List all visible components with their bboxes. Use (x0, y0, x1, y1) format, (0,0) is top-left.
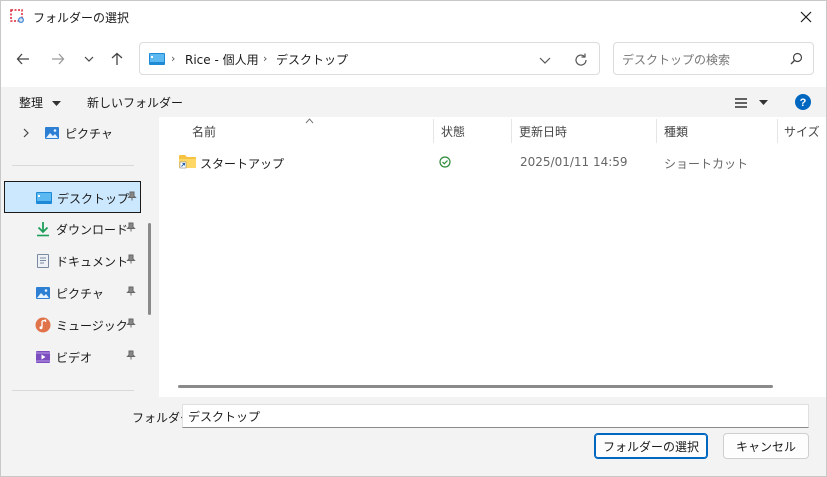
column-header-size[interactable]: サイズ (784, 123, 820, 140)
column-divider[interactable] (777, 119, 778, 143)
nav-item-pictures-top[interactable]: ピクチャ (4, 117, 141, 149)
nav-item-label: ピクチャ (65, 127, 113, 141)
pictures-icon (45, 127, 59, 139)
chevron-down-icon[interactable] (536, 51, 554, 69)
recent-locations-button[interactable] (77, 47, 101, 71)
search-icon (790, 52, 803, 65)
column-divider[interactable] (656, 119, 657, 143)
file-modified: 2025/01/11 14:59 (520, 155, 628, 169)
nav-item-music[interactable]: ミュージック (4, 309, 141, 341)
title-bar: フォルダーの選択 (1, 1, 826, 33)
nav-item-videos[interactable]: ビデオ (4, 341, 141, 373)
new-folder-button[interactable]: 新しいフォルダー (87, 94, 183, 111)
pin-icon[interactable] (126, 254, 136, 264)
breadcrumb-item[interactable]: デスクトップ (276, 51, 348, 68)
file-list: 名前 状態 更新日時 種類 サイズ スタートアップ 2025/01/11 14:… (159, 117, 826, 397)
window-title: フォルダーの選択 (33, 11, 130, 25)
dialog-footer: フォルダー: フォルダーの選択 キャンセル (1, 397, 826, 476)
cancel-button[interactable]: キャンセル (723, 433, 809, 459)
back-button[interactable] (11, 47, 35, 71)
command-bar: 整理 新しいフォルダー ? (1, 87, 826, 117)
organize-label: 整理 (19, 96, 44, 110)
breadcrumb-separator: › (171, 52, 176, 65)
svg-text:?: ? (800, 97, 807, 109)
nav-divider (12, 165, 134, 166)
list-view-icon (735, 97, 747, 108)
folder-shortcut-icon (179, 155, 196, 169)
pin-icon[interactable] (126, 318, 136, 328)
folder-picker-dialog: フォルダーの選択 › Rice - 個人用 › デスクトップ デスクトップの検索… (0, 0, 827, 477)
column-divider[interactable] (511, 119, 512, 143)
pin-icon[interactable] (126, 350, 136, 360)
chevron-right-icon[interactable] (22, 128, 30, 138)
nav-item-pictures[interactable]: ピクチャ (4, 277, 141, 309)
nav-item-label: ダウンロード (56, 223, 129, 237)
navigation-pane-scrollbar[interactable] (148, 223, 151, 315)
sort-ascending-icon (305, 118, 314, 124)
pin-icon[interactable] (126, 286, 136, 296)
horizontal-scrollbar[interactable] (178, 385, 773, 388)
select-folder-button[interactable]: フォルダーの選択 (594, 433, 708, 459)
navigation-bar: › Rice - 個人用 › デスクトップ デスクトップの検索 (1, 33, 826, 87)
organize-menu[interactable]: 整理 (19, 94, 61, 111)
arrow-up-icon (111, 52, 123, 65)
forward-button[interactable] (46, 47, 70, 71)
download-icon (37, 222, 49, 237)
navigation-pane: ピクチャ デスクトップ ダウンロード ドキュメント ピクチャ ミュージック ビデ… (1, 117, 157, 397)
nav-item-documents[interactable]: ドキュメント (4, 245, 141, 277)
close-icon (800, 11, 812, 23)
breadcrumb-item[interactable]: Rice - 個人用 (185, 51, 259, 68)
help-icon[interactable]: ? (795, 94, 811, 110)
caret-down-icon (758, 99, 768, 105)
caret-down-icon (51, 100, 61, 106)
refresh-icon[interactable] (572, 51, 590, 69)
file-name[interactable]: スタートアップ (200, 155, 284, 172)
address-bar[interactable]: › Rice - 個人用 › デスクトップ (139, 42, 600, 75)
arrow-right-icon (52, 53, 65, 65)
desktop-icon (149, 53, 165, 65)
search-placeholder: デスクトップの検索 (622, 53, 731, 67)
nav-item-label: ミュージック (56, 319, 128, 333)
documents-icon (37, 254, 49, 268)
videos-icon (36, 351, 50, 363)
arrow-left-icon (16, 53, 29, 65)
column-header-type[interactable]: 種類 (664, 123, 688, 140)
folder-name-field[interactable] (182, 404, 809, 428)
column-header-modified[interactable]: 更新日時 (519, 123, 567, 140)
file-type: ショートカット (664, 157, 749, 171)
pin-icon[interactable] (127, 191, 137, 201)
nav-item-label: ビデオ (56, 351, 93, 365)
nav-item-desktop[interactable]: デスクトップ (4, 181, 141, 213)
nav-item-label: ドキュメント (56, 255, 129, 269)
close-button[interactable] (786, 1, 826, 33)
nav-item-downloads[interactable]: ダウンロード (4, 213, 141, 245)
nav-item-label: デスクトップ (57, 192, 130, 206)
view-options-button[interactable] (734, 95, 768, 109)
synced-status-icon (439, 156, 451, 168)
column-divider[interactable] (433, 119, 434, 143)
pictures-icon (36, 287, 50, 299)
search-box[interactable]: デスクトップの検索 (613, 42, 814, 75)
nav-divider (12, 390, 134, 391)
pin-icon[interactable] (126, 222, 136, 232)
column-header-name[interactable]: 名前 (192, 123, 216, 140)
breadcrumb-separator: › (263, 52, 268, 65)
chevron-down-icon (84, 56, 94, 62)
music-icon (35, 317, 51, 333)
folder-picker-app-icon (10, 9, 24, 23)
desktop-icon (36, 192, 52, 204)
nav-item-label: ピクチャ (56, 287, 104, 301)
column-header-status[interactable]: 状態 (441, 123, 465, 140)
up-button[interactable] (105, 47, 129, 71)
